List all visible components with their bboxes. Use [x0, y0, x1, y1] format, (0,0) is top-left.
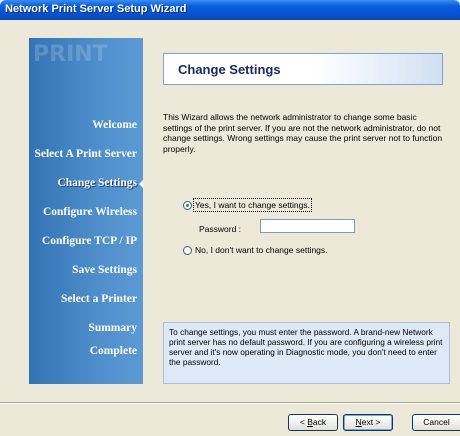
- description-text: This Wizard allows the network administr…: [163, 112, 443, 154]
- back-rest: ack: [312, 417, 327, 427]
- password-label: Password :: [199, 224, 242, 234]
- print-watermark: PRINT: [33, 42, 108, 67]
- next-button[interactable]: Next >: [343, 414, 393, 431]
- wizard-step-sidebar: PRINT Welcome Select A Print Server Chan…: [29, 38, 143, 384]
- step-summary: Summary: [88, 322, 137, 334]
- step-complete: Complete: [89, 345, 137, 357]
- window-title: Network Print Server Setup Wizard: [5, 3, 187, 15]
- page-title: Change Settings: [178, 62, 281, 77]
- step-select-printer: Select a Printer: [61, 293, 137, 305]
- title-bar[interactable]: Network Print Server Setup Wizard: [0, 0, 460, 20]
- step-change-settings: Change Settings: [57, 177, 143, 190]
- no-radio[interactable]: [183, 246, 192, 255]
- footer-divider: [0, 402, 460, 404]
- yes-radio-label[interactable]: Yes, I want to change settings.: [193, 198, 312, 212]
- step-welcome: Welcome: [92, 119, 137, 131]
- back-button[interactable]: < Back: [288, 414, 338, 431]
- step-configure-tcpip: Configure TCP / IP: [41, 235, 137, 247]
- info-box: To change settings, you must enter the p…: [163, 322, 450, 384]
- password-input[interactable]: [260, 219, 355, 233]
- next-rest: ext >: [361, 417, 381, 427]
- cancel-button[interactable]: Cancel: [412, 414, 460, 431]
- page-header: Change Settings: [163, 53, 443, 85]
- yes-radio[interactable]: [183, 201, 192, 210]
- step-save-settings: Save Settings: [72, 264, 137, 276]
- no-radio-label[interactable]: No, I don't want to change settings.: [195, 245, 328, 255]
- step-configure-wireless: Configure Wireless: [42, 206, 137, 218]
- step-select-print-server: Select A Print Server: [34, 148, 137, 160]
